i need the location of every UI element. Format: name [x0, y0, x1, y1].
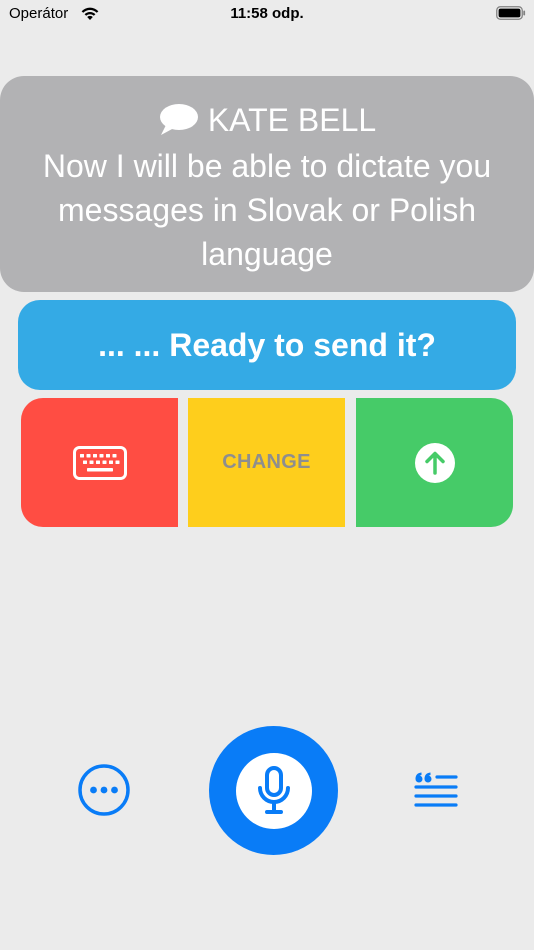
- status-bar: Operátor 11:58 odp.: [0, 0, 534, 30]
- ellipsis-circle-icon[interactable]: [78, 764, 130, 816]
- keyboard-button[interactable]: [21, 398, 178, 527]
- microphone-icon: [257, 765, 290, 814]
- message-card: KATE BELL Now I will be able to dictate …: [0, 76, 534, 292]
- change-label: CHANGE: [222, 451, 311, 473]
- keyboard-icon: [72, 445, 127, 480]
- microphone-button[interactable]: [209, 726, 338, 855]
- send-button[interactable]: [356, 398, 513, 527]
- clock: 11:58 odp.: [230, 5, 304, 22]
- message-text: Now I will be able to dictate you messag…: [42, 148, 492, 272]
- sender-name: KATE BELL: [207, 101, 377, 138]
- speech-bubble-icon: [159, 104, 198, 135]
- quote-list-icon[interactable]: [414, 772, 458, 808]
- ready-banner: ... ... Ready to send it?: [18, 300, 516, 390]
- sender-row: KATE BELL: [0, 100, 534, 140]
- arrow-up-circle-icon: [414, 442, 455, 483]
- battery-icon: [496, 6, 526, 20]
- microphone-button-inner: [235, 752, 312, 829]
- change-button[interactable]: CHANGE: [188, 398, 345, 527]
